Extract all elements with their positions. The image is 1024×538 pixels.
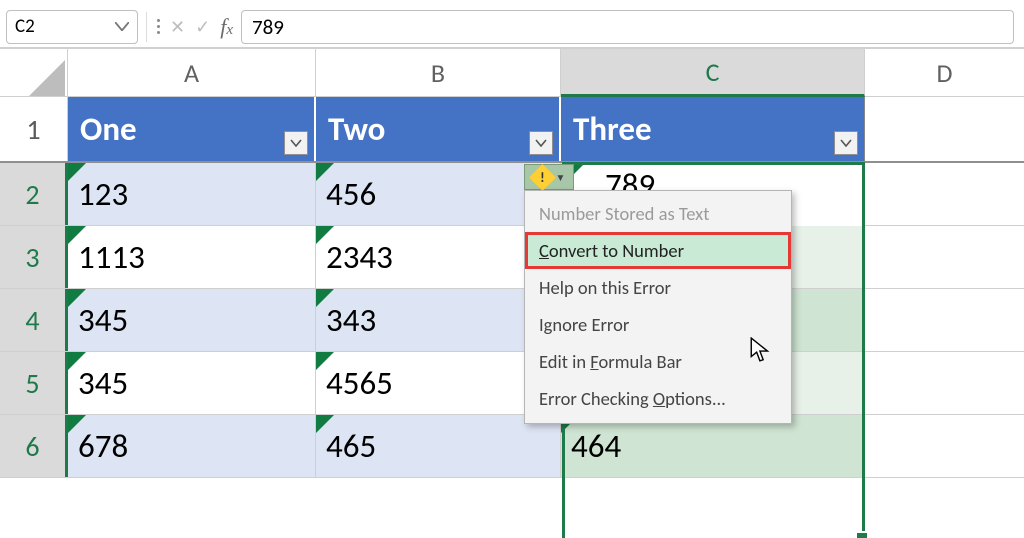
cell-D3[interactable] [865,226,1024,288]
menu-item-help-on-error[interactable]: Help on this Error [525,269,791,306]
cell-A1[interactable]: One [68,97,316,161]
column-header-C[interactable]: C [561,49,865,97]
column-headers: A B C D [0,49,1024,97]
cell-A6[interactable]: 678 [68,415,316,477]
cell-value: Two [328,109,385,149]
error-smart-tag[interactable]: ! ▼ [524,164,574,190]
cell-C6[interactable]: 464 [561,415,865,477]
cell-C1[interactable]: Three [561,97,865,161]
cell-value: 345 [78,363,128,403]
formula-input[interactable]: 789 [241,10,1014,44]
formula-bar-row: C2 ✕ ✓ fx 789 [0,0,1024,49]
cell-A3[interactable]: 1113 [68,226,316,288]
table-row: 3 1113 2343 [0,226,1024,289]
cell-value: 456 [326,174,376,214]
table-row: 1 One Two Three [0,97,1024,163]
cell-D2[interactable] [865,163,1024,225]
cell-value: 1113 [78,237,145,277]
filter-dropdown-icon[interactable] [529,131,553,155]
cell-A5[interactable]: 345 [68,352,316,414]
cell-value: 343 [326,300,376,340]
cell-value: Three [573,109,652,149]
filter-dropdown-icon[interactable] [834,131,858,155]
cell-value: 123 [78,174,128,214]
chevron-down-icon: ▼ [556,171,566,184]
table-row: 6 678 465 464 [0,415,1024,478]
menu-item-number-stored-as-text: Number Stored as Text [525,195,791,232]
cell-D5[interactable] [865,352,1024,414]
name-box[interactable]: C2 [6,10,138,44]
cell-value: One [80,109,137,149]
cell-D6[interactable] [865,415,1024,477]
chevron-down-icon[interactable] [115,20,129,34]
row-header-2[interactable]: 2 [0,163,68,225]
menu-item-ignore-error[interactable]: Ignore Error [525,306,791,343]
row-header-3[interactable]: 3 [0,226,68,288]
spreadsheet-grid: A B C D 1 One Two Three 2 123 [0,49,1024,478]
filter-dropdown-icon[interactable] [284,131,308,155]
error-context-menu: Number Stored as Text Convert to Number … [524,190,792,424]
confirm-icon[interactable]: ✓ [195,16,210,38]
formula-input-value: 789 [252,14,284,40]
cell-B1[interactable]: Two [316,97,561,161]
fill-handle[interactable] [857,533,867,538]
cell-A4[interactable]: 345 [68,289,316,351]
cell-value: 2343 [326,237,393,277]
cell-value: 4565 [326,363,393,403]
table-row: 2 123 456 [0,163,1024,226]
cell-D4[interactable] [865,289,1024,351]
formula-controls: ✕ ✓ fx [170,14,233,40]
cell-A2[interactable]: 123 [68,163,316,225]
cell-value: 465 [326,426,376,466]
kebab-icon[interactable] [155,19,162,34]
cell-value: 345 [78,300,128,340]
warning-diamond-icon: ! [529,164,556,191]
cell-D1[interactable] [865,97,1024,161]
column-header-D[interactable]: D [865,49,1024,96]
cell-value: 464 [571,426,621,466]
table-row: 5 345 4565 [0,352,1024,415]
cell-value: 678 [78,426,128,466]
menu-item-convert-to-number[interactable]: Convert to Number [525,232,791,269]
row-header-4[interactable]: 4 [0,289,68,351]
row-header-1[interactable]: 1 [0,97,68,161]
row-header-6[interactable]: 6 [0,415,68,477]
menu-item-edit-in-formula-bar[interactable]: Edit in Formula Bar [525,343,791,380]
select-all-corner[interactable] [0,49,68,96]
row-header-5[interactable]: 5 [0,352,68,414]
table-row: 4 345 343 [0,289,1024,352]
column-header-A[interactable]: A [68,49,316,96]
name-box-value: C2 [15,15,35,38]
separator [146,12,147,42]
column-header-B[interactable]: B [316,49,561,96]
cell-B6[interactable]: 465 [316,415,561,477]
fx-icon[interactable]: fx [220,14,233,40]
menu-item-error-checking-options[interactable]: Error Checking Options... [525,380,791,417]
cancel-icon[interactable]: ✕ [170,16,185,38]
